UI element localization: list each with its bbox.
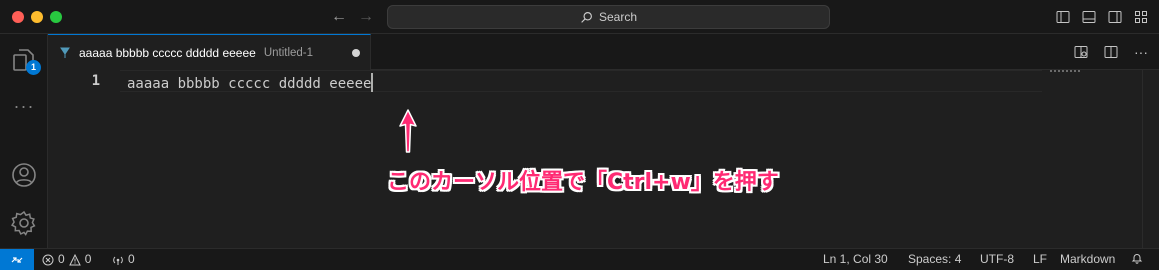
more-actions-icon[interactable]: ···: [1133, 44, 1149, 60]
line-number: 1: [91, 73, 100, 89]
back-arrow-icon[interactable]: ←: [331, 7, 347, 27]
unsaved-dot-icon[interactable]: [352, 49, 360, 57]
close-window-button[interactable]: [12, 11, 24, 23]
warning-icon: [68, 253, 81, 265]
vertical-scrollbar[interactable]: [1142, 70, 1143, 248]
tab-description: Untitled-1: [263, 46, 314, 59]
up-arrow-annotation: [399, 109, 417, 153]
cursor-position[interactable]: Ln 1, Col 30: [823, 252, 888, 267]
toggle-primary-sidebar-icon[interactable]: [1055, 9, 1071, 25]
warning-count: 0: [84, 252, 92, 266]
open-preview-icon[interactable]: [1073, 44, 1089, 60]
search-icon: [581, 11, 592, 23]
title-bar: ← → Search: [0, 0, 1159, 34]
problems-status[interactable]: 0 0: [42, 252, 91, 267]
minimap[interactable]: [1050, 70, 1080, 74]
activity-bar: 1 ···: [0, 34, 48, 248]
more-views-icon[interactable]: ···: [10, 92, 38, 120]
customize-layout-icon[interactable]: [1133, 9, 1149, 25]
split-editor-icon[interactable]: [1103, 44, 1119, 60]
forward-arrow-icon[interactable]: →: [358, 7, 374, 27]
code-line[interactable]: aaaaa bbbbb ccccc ddddd eeeee: [127, 73, 374, 92]
layout-controls: [1055, 9, 1149, 25]
account-icon[interactable]: [10, 161, 38, 189]
markdown-file-icon: [60, 47, 70, 58]
editor-tab[interactable]: aaaaa bbbbb ccccc ddddd eeeee Untitled-1: [48, 34, 371, 70]
text-cursor: [371, 73, 374, 92]
toggle-secondary-sidebar-icon[interactable]: [1107, 9, 1123, 25]
language-mode[interactable]: Markdown: [1060, 252, 1115, 267]
encoding-status[interactable]: UTF-8: [980, 252, 1014, 267]
notifications-bell-icon[interactable]: [1131, 252, 1143, 264]
ports-count: 0: [128, 252, 135, 266]
remote-indicator[interactable]: [0, 249, 34, 270]
command-center-search[interactable]: Search: [387, 5, 830, 29]
remote-icon: [11, 256, 23, 263]
broadcast-icon: [113, 256, 123, 265]
editor-area[interactable]: 1 aaaaa bbbbb ccccc ddddd eeeee: [48, 70, 1159, 248]
search-label: Search: [598, 10, 638, 24]
minimize-window-button[interactable]: [31, 11, 43, 23]
explorer-badge: 1: [26, 60, 41, 75]
error-icon: [42, 254, 54, 265]
editor-actions: ···: [1073, 44, 1149, 60]
indentation-status[interactable]: Spaces: 4: [908, 252, 961, 267]
tab-title: aaaaa bbbbb ccccc ddddd eeeee: [79, 45, 256, 60]
ports-status[interactable]: 0: [112, 252, 135, 267]
toggle-panel-icon[interactable]: [1081, 9, 1097, 25]
editor-tab-strip: aaaaa bbbbb ccccc ddddd eeeee Untitled-1…: [48, 34, 1159, 70]
eol-status[interactable]: LF: [1033, 252, 1047, 267]
gear-icon[interactable]: [10, 209, 38, 237]
status-bar: 0 0 0 Ln 1, Col 30 Spaces: 4 UTF-8 LF Ma…: [0, 248, 1159, 270]
code-line-text: aaaaa bbbbb ccccc ddddd eeeee: [127, 76, 372, 92]
error-count: 0: [58, 252, 65, 266]
zoom-window-button[interactable]: [50, 11, 62, 23]
annotation-text: このカーソル位置で「Ctrl+w」を押す: [387, 170, 779, 195]
